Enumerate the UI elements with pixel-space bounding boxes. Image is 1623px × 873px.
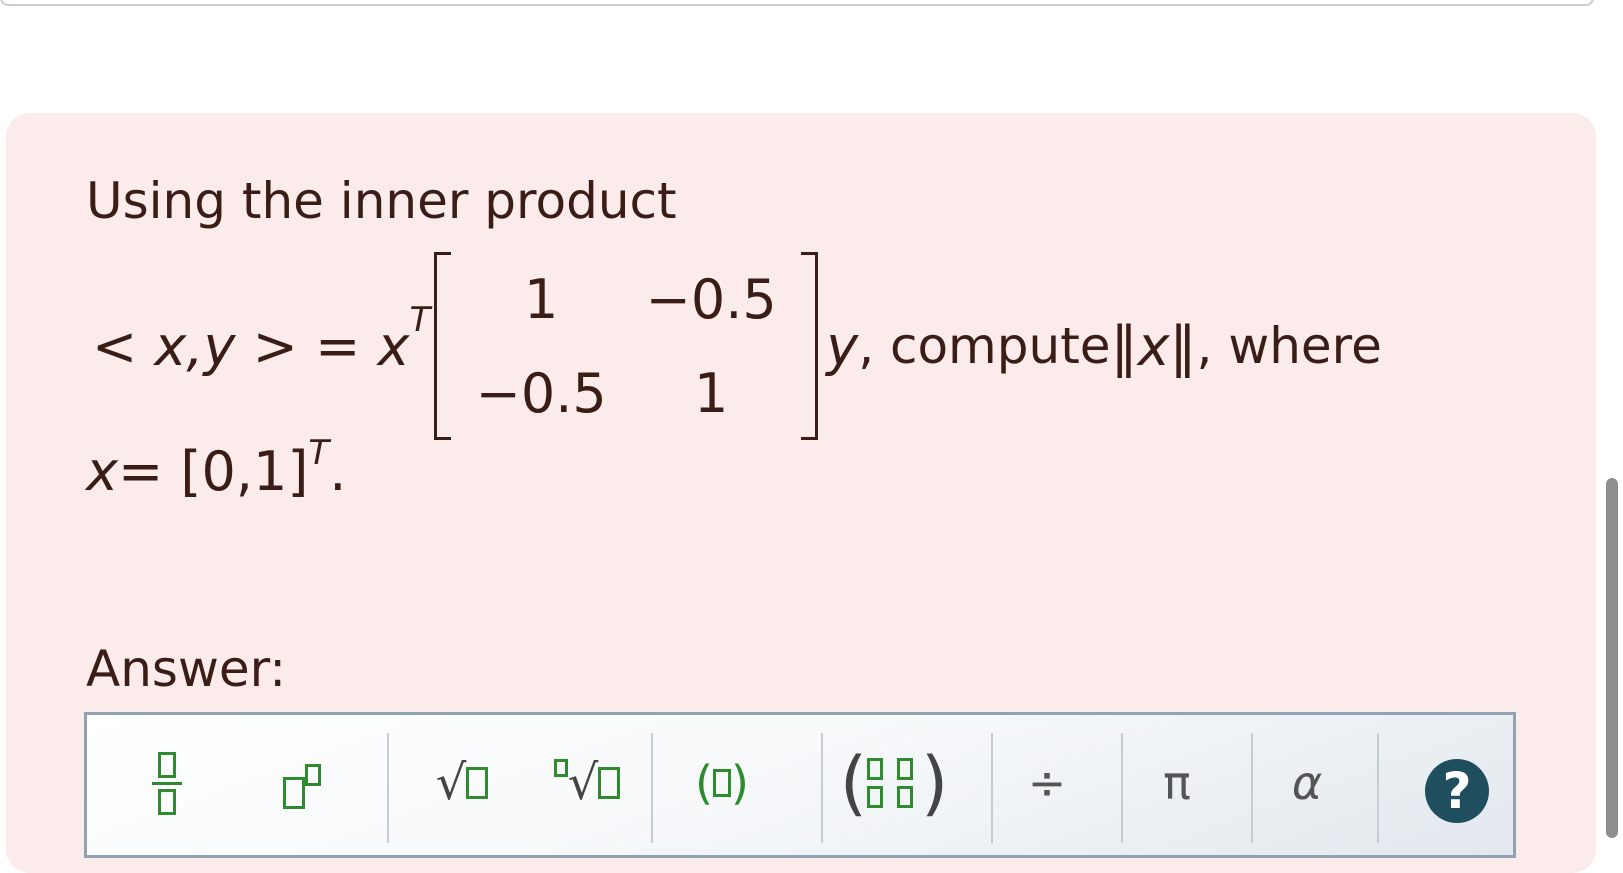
previous-input-field[interactable]: [0, 0, 1594, 6]
answer-label: Answer:: [86, 640, 287, 698]
help-icon[interactable]: ?: [1425, 759, 1489, 823]
parentheses-icon[interactable]: (): [687, 733, 757, 833]
superscript-icon[interactable]: [267, 733, 337, 833]
matrix-cell: 1: [524, 267, 559, 331]
square-root-icon[interactable]: √: [417, 733, 507, 833]
x-def-period: .: [329, 440, 347, 503]
compute-text: , compute: [858, 317, 1111, 375]
nth-root-icon[interactable]: √: [542, 733, 632, 833]
inner-product-matrix: 1 −0.5 −0.5 1: [434, 252, 819, 440]
transpose-sup: T: [409, 300, 431, 340]
question-intro: Using the inner product: [86, 172, 677, 230]
where-text: , where: [1196, 317, 1382, 375]
matrix-cell: 1: [694, 361, 729, 425]
matrix-icon[interactable]: ( ): [839, 733, 949, 833]
fraction-icon[interactable]: [137, 733, 197, 833]
x-definition: x = [0,1] T .: [86, 433, 347, 503]
math-editor-toolbar: √ √ () ( ) ÷ π α ?: [84, 712, 1516, 858]
divide-icon[interactable]: ÷: [1017, 733, 1077, 833]
x-var: x: [86, 440, 118, 503]
alpha-icon[interactable]: α: [1277, 733, 1337, 833]
scrollbar[interactable]: [1606, 478, 1618, 838]
inner-product-formula: < x,y > = x T 1 −0.5 −0.5 1 y , compute …: [92, 252, 1382, 440]
formula-y: y: [826, 314, 859, 378]
pi-icon[interactable]: π: [1147, 733, 1207, 833]
x-value: = [0,1]: [117, 440, 309, 503]
matrix-cell: −0.5: [645, 267, 777, 331]
norm-x: ‖x‖: [1110, 314, 1197, 378]
matrix-cell: −0.5: [475, 361, 607, 425]
x-transpose-sup: T: [308, 433, 330, 473]
formula-lhs: < x,y > = x: [92, 314, 410, 378]
